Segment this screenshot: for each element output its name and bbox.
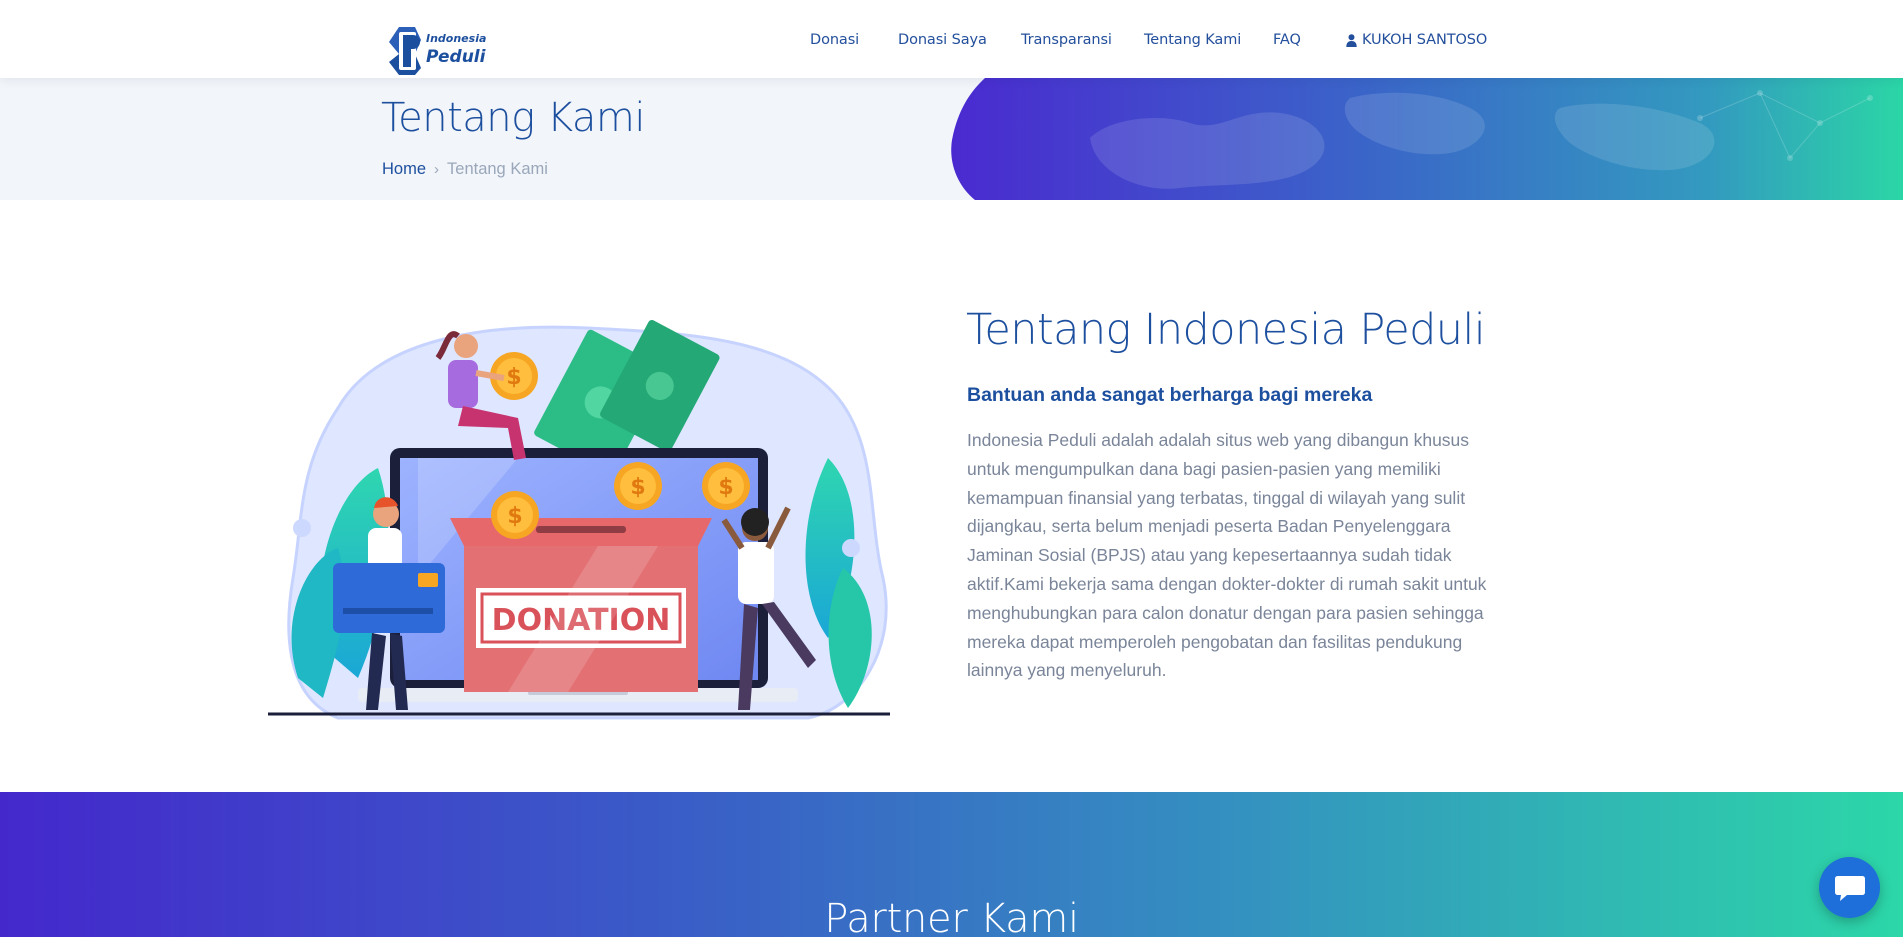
donation-illustration: DONATION $ $ $ $ [268,320,890,720]
about-description: Indonesia Peduli adalah adalah situs web… [967,430,1487,681]
page-header-band [0,78,1903,200]
user-icon [1346,33,1357,47]
breadcrumb: Home › Tentang Kami [382,160,548,179]
nav-donasi-saya[interactable]: Donasi Saya [898,32,987,48]
partner-section: Partner Kami [0,792,1903,937]
logo-mark-icon: Indonesia Peduli [389,27,487,75]
page-title: Tentang Kami [381,95,645,141]
live-chat-button[interactable] [1819,857,1880,918]
site-logo[interactable]: Indonesia Peduli [385,22,497,76]
nav-donasi[interactable]: Donasi [810,32,859,48]
nav-faq[interactable]: FAQ [1273,32,1301,48]
breadcrumb-home-link[interactable]: Home [382,160,426,179]
breadcrumb-separator: › [434,161,440,178]
svg-text:$: $ [630,475,645,500]
nav-transparansi[interactable]: Transparansi [1021,32,1112,48]
navbar: Indonesia Peduli Donasi Donasi Saya Tran… [0,0,1903,78]
hero-wave-graphic [951,78,1903,200]
nav-user-account[interactable]: KUKOH SANTOSO [1346,32,1487,48]
logo-line1: Indonesia [426,32,486,45]
chat-bubble-icon [1834,875,1865,901]
logo-line2: Peduli [426,47,487,67]
svg-text:$: $ [507,504,522,529]
svg-text:$: $ [506,365,521,390]
about-subtitle: Bantuan anda sangat berharga bagi mereka [967,384,1373,406]
about-title: Tentang Indonesia Peduli [966,305,1486,355]
svg-text:$: $ [718,475,733,500]
breadcrumb-current: Tentang Kami [447,160,548,178]
user-name: KUKOH SANTOSO [1362,32,1488,48]
nav-tentang-kami[interactable]: Tentang Kami [1144,32,1241,48]
partner-title: Partner Kami [824,896,1079,937]
